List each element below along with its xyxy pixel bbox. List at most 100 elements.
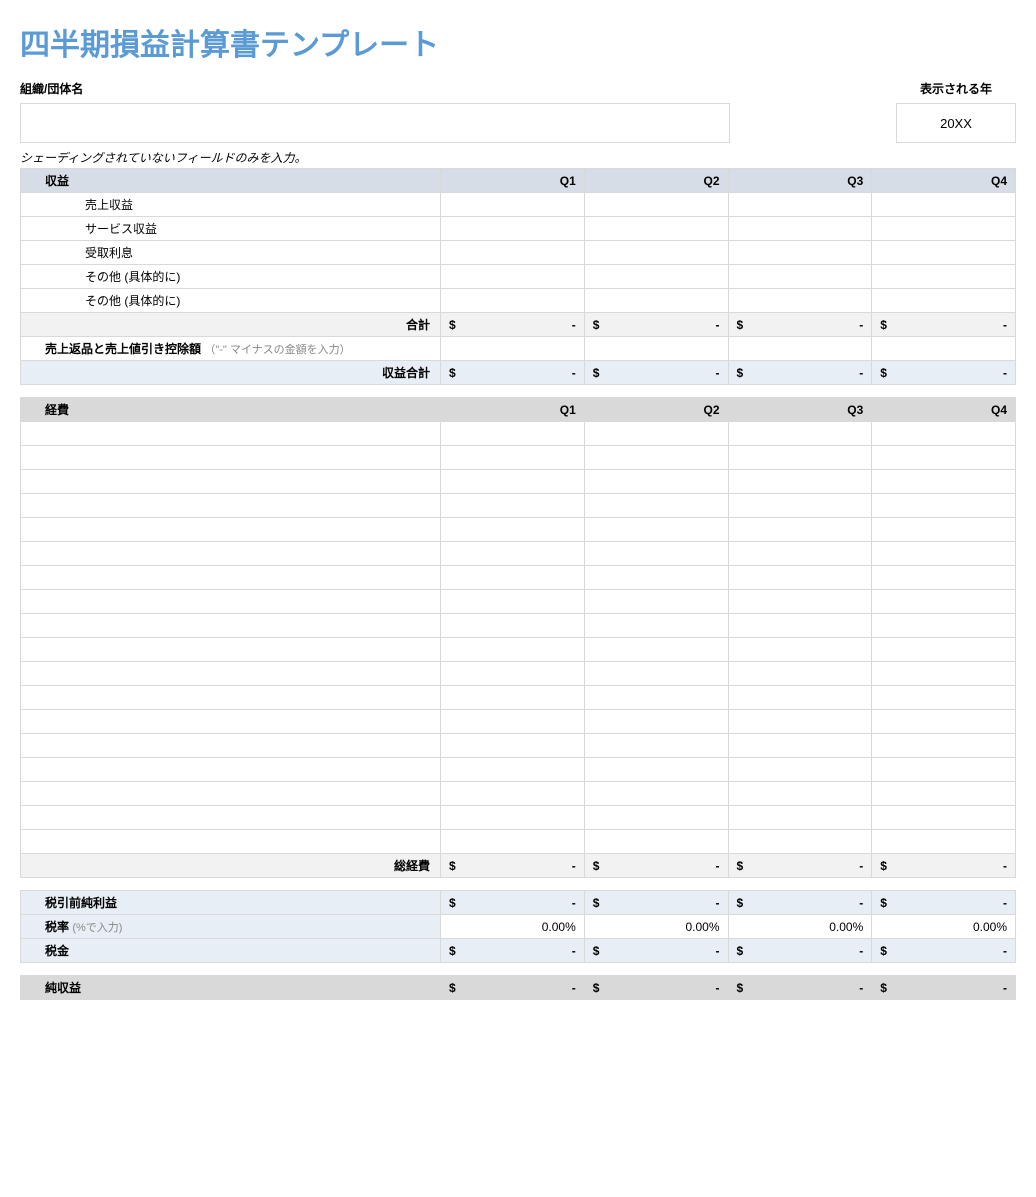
expense-row-label[interactable]	[21, 422, 441, 446]
cell[interactable]	[584, 422, 728, 446]
cell[interactable]	[728, 662, 872, 686]
cell[interactable]	[584, 590, 728, 614]
taxrate-q4[interactable]: 0.00%	[872, 915, 1016, 939]
cell[interactable]	[441, 686, 585, 710]
expense-row-label[interactable]	[21, 782, 441, 806]
cell[interactable]	[441, 422, 585, 446]
cell[interactable]	[728, 494, 872, 518]
cell[interactable]	[872, 289, 1016, 313]
cell[interactable]	[441, 337, 585, 361]
cell[interactable]	[728, 193, 872, 217]
cell[interactable]	[441, 446, 585, 470]
cell[interactable]	[441, 265, 585, 289]
taxrate-q2[interactable]: 0.00%	[584, 915, 728, 939]
cell[interactable]	[584, 241, 728, 265]
cell[interactable]	[584, 614, 728, 638]
cell[interactable]	[584, 193, 728, 217]
cell[interactable]	[728, 470, 872, 494]
cell[interactable]	[872, 241, 1016, 265]
cell[interactable]	[441, 217, 585, 241]
cell[interactable]	[872, 686, 1016, 710]
cell[interactable]	[728, 638, 872, 662]
cell[interactable]	[728, 614, 872, 638]
cell[interactable]	[872, 782, 1016, 806]
cell[interactable]	[441, 518, 585, 542]
expense-row-label[interactable]	[21, 542, 441, 566]
cell[interactable]	[584, 782, 728, 806]
cell[interactable]	[584, 710, 728, 734]
cell[interactable]	[584, 638, 728, 662]
cell[interactable]	[728, 518, 872, 542]
cell[interactable]	[728, 241, 872, 265]
cell[interactable]	[728, 734, 872, 758]
expense-row-label[interactable]	[21, 662, 441, 686]
cell[interactable]	[441, 662, 585, 686]
cell[interactable]	[728, 710, 872, 734]
cell[interactable]	[584, 686, 728, 710]
cell[interactable]	[872, 470, 1016, 494]
cell[interactable]	[584, 566, 728, 590]
cell[interactable]	[441, 289, 585, 313]
cell[interactable]	[584, 265, 728, 289]
cell[interactable]	[728, 590, 872, 614]
cell[interactable]	[584, 337, 728, 361]
expense-row-label[interactable]	[21, 470, 441, 494]
cell[interactable]	[872, 446, 1016, 470]
cell[interactable]	[728, 265, 872, 289]
cell[interactable]	[584, 494, 728, 518]
expense-row-label[interactable]	[21, 830, 441, 854]
expense-row-label[interactable]	[21, 518, 441, 542]
expense-row-label[interactable]	[21, 446, 441, 470]
cell[interactable]	[728, 566, 872, 590]
cell[interactable]	[728, 686, 872, 710]
expense-row-label[interactable]	[21, 758, 441, 782]
cell[interactable]	[441, 566, 585, 590]
cell[interactable]	[728, 542, 872, 566]
cell[interactable]	[584, 446, 728, 470]
cell[interactable]	[728, 830, 872, 854]
cell[interactable]	[872, 542, 1016, 566]
cell[interactable]	[584, 289, 728, 313]
cell[interactable]	[584, 830, 728, 854]
cell[interactable]	[872, 217, 1016, 241]
expense-row-label[interactable]	[21, 566, 441, 590]
cell[interactable]	[441, 542, 585, 566]
taxrate-q1[interactable]: 0.00%	[441, 915, 585, 939]
expense-row-label[interactable]	[21, 614, 441, 638]
cell[interactable]	[441, 734, 585, 758]
cell[interactable]	[584, 758, 728, 782]
cell[interactable]	[872, 662, 1016, 686]
cell[interactable]	[728, 422, 872, 446]
expense-row-label[interactable]	[21, 734, 441, 758]
cell[interactable]	[728, 337, 872, 361]
cell[interactable]	[872, 734, 1016, 758]
cell[interactable]	[584, 542, 728, 566]
cell[interactable]	[872, 638, 1016, 662]
cell[interactable]	[872, 265, 1016, 289]
cell[interactable]	[584, 518, 728, 542]
cell[interactable]	[441, 806, 585, 830]
cell[interactable]	[441, 830, 585, 854]
cell[interactable]	[728, 446, 872, 470]
cell[interactable]	[441, 782, 585, 806]
expense-row-label[interactable]	[21, 686, 441, 710]
cell[interactable]	[441, 638, 585, 662]
cell[interactable]	[872, 830, 1016, 854]
taxrate-q3[interactable]: 0.00%	[728, 915, 872, 939]
org-input[interactable]	[20, 103, 730, 143]
cell[interactable]	[728, 782, 872, 806]
cell[interactable]	[584, 734, 728, 758]
cell[interactable]	[441, 590, 585, 614]
cell[interactable]	[441, 494, 585, 518]
cell[interactable]	[441, 758, 585, 782]
cell[interactable]	[584, 470, 728, 494]
cell[interactable]	[872, 518, 1016, 542]
expense-row-label[interactable]	[21, 638, 441, 662]
cell[interactable]	[872, 422, 1016, 446]
year-input[interactable]: 20XX	[896, 103, 1016, 143]
cell[interactable]	[441, 614, 585, 638]
cell[interactable]	[441, 241, 585, 265]
cell[interactable]	[441, 470, 585, 494]
cell[interactable]	[584, 662, 728, 686]
cell[interactable]	[872, 494, 1016, 518]
